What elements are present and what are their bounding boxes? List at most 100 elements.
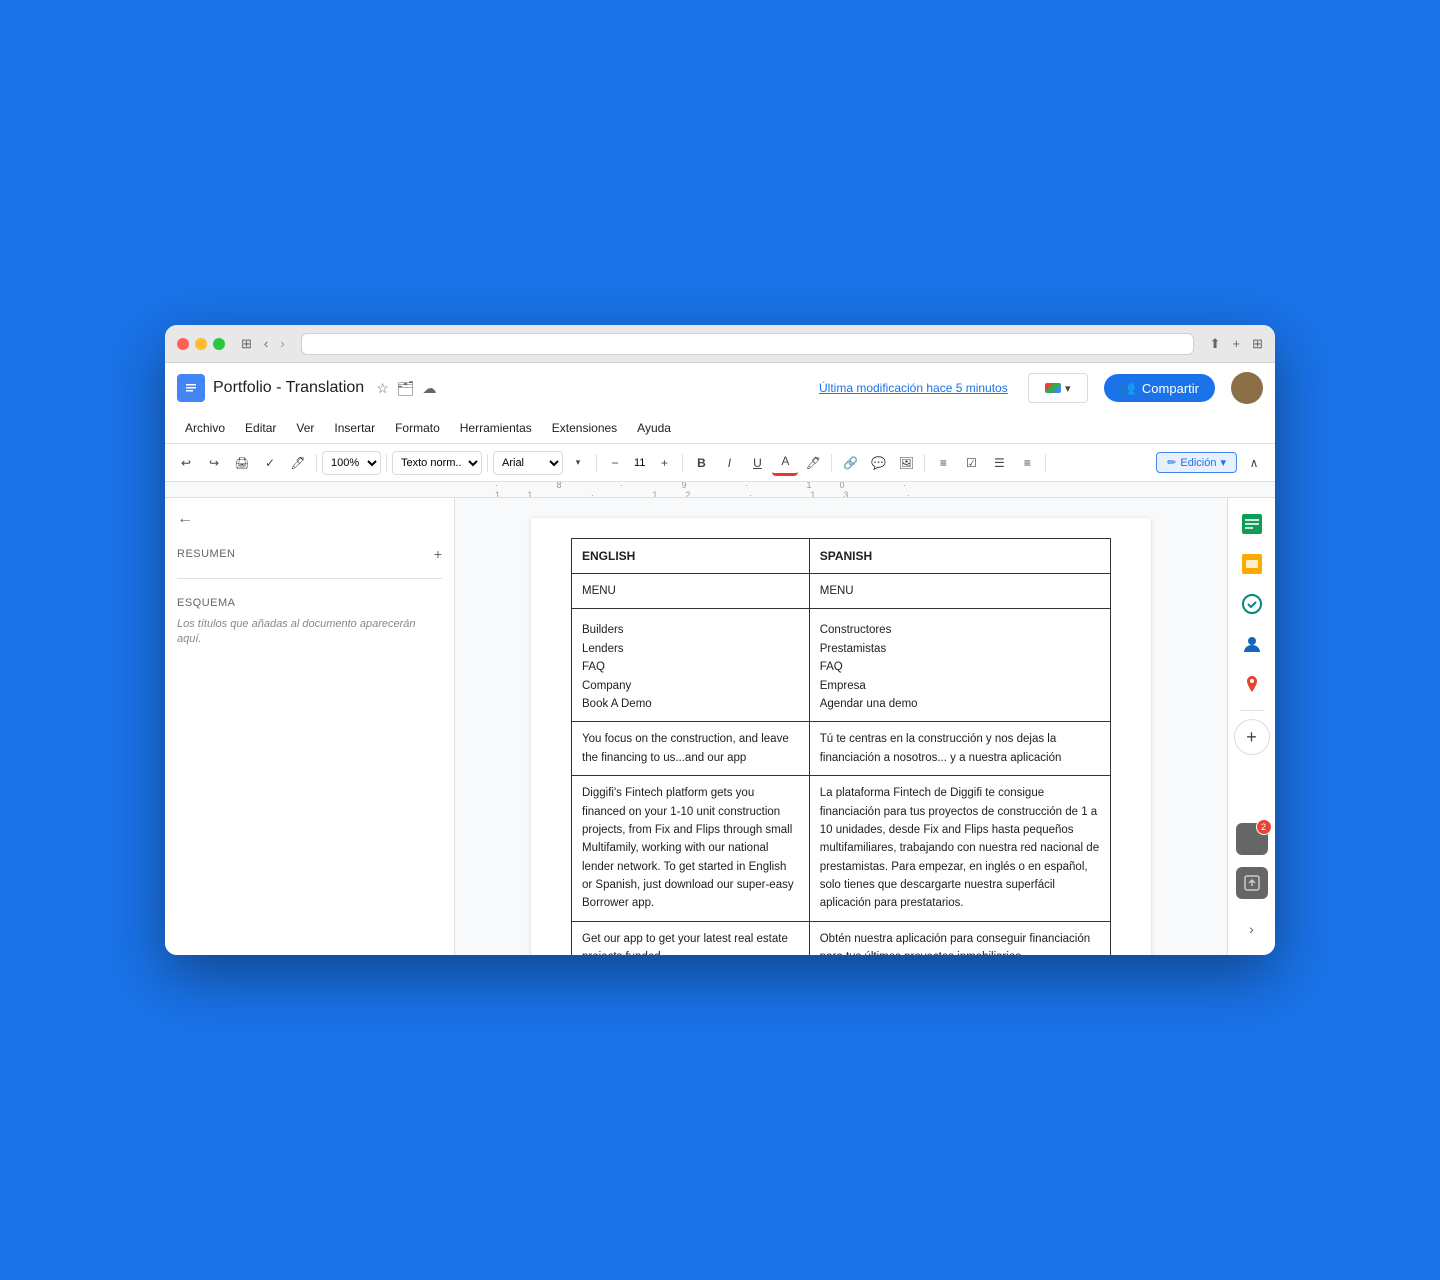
avatar [1231, 372, 1263, 404]
toolbar-separator-7 [924, 454, 925, 472]
comment-button[interactable]: 💬 [865, 450, 891, 476]
platform-desc-en: Diggifi's Fintech platform gets you fina… [582, 787, 794, 909]
outline-section-header: ESQUEMA [177, 589, 442, 617]
back-icon[interactable]: ‹ [264, 336, 268, 352]
style-select[interactable]: Texto norm... [392, 451, 482, 475]
get-app-text-en: Get our app to get your latest real esta… [582, 930, 799, 955]
outline-hint-text: Los títulos que añadas al documento apar… [177, 617, 442, 648]
edit-mode-chevron: ▾ [1220, 456, 1226, 469]
new-tab-icon[interactable]: + [1233, 336, 1241, 352]
toolbar-separator-8 [1045, 454, 1046, 472]
maps-icon-button[interactable] [1234, 666, 1270, 702]
contacts-icon-button[interactable] [1234, 626, 1270, 662]
menu-insertar[interactable]: Insertar [326, 417, 383, 439]
image-button[interactable]: 🖼 [893, 450, 919, 476]
meet-button[interactable]: ▾ [1028, 373, 1088, 403]
add-addon-button[interactable]: + [1234, 719, 1270, 755]
edit-pencil-icon: ✏ [1167, 456, 1176, 469]
sidebar-toggle-icon[interactable]: ⊞ [241, 336, 252, 352]
doc-title: Portfolio - Translation [213, 379, 364, 397]
list-item: Agendar una demo [820, 695, 1100, 713]
star-icon[interactable]: ☆ [376, 380, 389, 397]
highlight-button[interactable]: 🖊 [800, 450, 826, 476]
share-icon[interactable]: ⬆ [1210, 336, 1221, 352]
font-down-icon[interactable]: ▾ [565, 450, 591, 476]
traffic-lights [177, 338, 225, 350]
minimize-button[interactable] [195, 338, 207, 350]
menu-extensiones[interactable]: Extensiones [544, 417, 625, 439]
table-row: Builders Lenders FAQ Company Book A Demo… [572, 609, 1111, 722]
collapse-toolbar-button[interactable]: ∧ [1241, 450, 1267, 476]
font-size-increase-button[interactable]: + [651, 450, 677, 476]
font-select[interactable]: Arial [493, 451, 563, 475]
tasks-icon-button[interactable] [1234, 586, 1270, 622]
menu-formato[interactable]: Formato [387, 417, 448, 439]
numbered-list-button[interactable]: ≡ [1014, 450, 1040, 476]
grid-icon[interactable]: ⊞ [1252, 336, 1263, 352]
edit-mode-button[interactable]: ✏ Edición ▾ [1156, 452, 1237, 473]
underline-button[interactable]: U [744, 450, 770, 476]
drive-icon[interactable]: 🗂 [397, 380, 415, 397]
forward-icon[interactable]: › [280, 336, 284, 352]
share-label: Compartir [1142, 381, 1199, 396]
summary-section-header: RESUMEN + [177, 540, 442, 568]
table-cell: MENU [572, 574, 810, 609]
menu-editar[interactable]: Editar [237, 417, 284, 439]
nav-icons: ⊞ ‹ › [241, 336, 285, 352]
text-color-button[interactable]: A [772, 450, 798, 476]
share-people-icon: 👥 [1120, 380, 1136, 396]
sidebar-divider [177, 578, 442, 579]
menu-items-es: Constructores Prestamistas FAQ Empresa A… [820, 621, 1100, 713]
cloud-icon[interactable]: ☁ [423, 380, 437, 397]
doc-title-actions: ☆ 🗂 ☁ [376, 380, 436, 397]
collapse-sidebar-button[interactable]: › [1234, 911, 1270, 947]
line-spacing-button[interactable]: ≡ [930, 450, 956, 476]
app-header: Portfolio - Translation ☆ 🗂 ☁ Última mod… [165, 363, 1275, 482]
link-button[interactable]: 🔗 [837, 450, 863, 476]
undo-button[interactable]: ↩ [173, 450, 199, 476]
list-item: FAQ [582, 658, 799, 676]
zoom-select[interactable]: 100% [322, 451, 381, 475]
italic-button[interactable]: I [716, 450, 742, 476]
table-row: You focus on the construction, and leave… [572, 722, 1111, 776]
spell-check-button[interactable]: ✓ [257, 450, 283, 476]
font-size-decrease-button[interactable]: − [602, 450, 628, 476]
title-bar: ⊞ ‹ › ⬆ + ⊞ [165, 325, 1275, 363]
list-item: Constructores [820, 621, 1100, 639]
upload-area [1236, 867, 1268, 899]
close-button[interactable] [177, 338, 189, 350]
paint-format-button[interactable]: 🖊 [285, 450, 311, 476]
menu-herramientas[interactable]: Herramientas [452, 417, 540, 439]
slides-icon-button[interactable] [1234, 546, 1270, 582]
upload-button[interactable] [1236, 867, 1268, 899]
maximize-button[interactable] [213, 338, 225, 350]
toolbar-separator-6 [831, 454, 832, 472]
menu-ayuda[interactable]: Ayuda [629, 417, 679, 439]
menu-label-en: MENU [582, 585, 616, 597]
content-area: ← RESUMEN + ESQUEMA Los títulos que añad… [165, 498, 1275, 955]
table-row: Diggifi's Fintech platform gets you fina… [572, 776, 1111, 922]
formatting-toolbar: ↩ ↪ 🖨 ✓ 🖊 100% Texto norm... Arial ▾ − 1… [165, 443, 1275, 481]
bold-button[interactable]: B [688, 450, 714, 476]
right-sidebar: + 2 [1227, 498, 1275, 955]
title-bar-right: ⬆ + ⊞ [1210, 336, 1263, 352]
sidebar-back-button[interactable]: ← [177, 510, 442, 528]
table-cell: Builders Lenders FAQ Company Book A Demo [572, 609, 810, 722]
print-button[interactable]: 🖨 [229, 450, 255, 476]
redo-button[interactable]: ↪ [201, 450, 227, 476]
share-button[interactable]: 👥 Compartir [1104, 374, 1215, 402]
get-app-en: Get our app to get your latest real esta… [582, 930, 799, 955]
menu-ver[interactable]: Ver [288, 417, 322, 439]
list-item: Company [582, 677, 799, 695]
menu-archivo[interactable]: Archivo [177, 417, 233, 439]
summary-add-button[interactable]: + [434, 546, 442, 562]
toolbar-separator-5 [682, 454, 683, 472]
sheets-icon-button[interactable] [1234, 506, 1270, 542]
left-sidebar: ← RESUMEN + ESQUEMA Los títulos que añad… [165, 498, 455, 955]
list-button[interactable]: ☰ [986, 450, 1012, 476]
address-bar[interactable] [301, 333, 1194, 355]
google-docs-icon [177, 374, 205, 402]
checklist-button[interactable]: ☑ [958, 450, 984, 476]
list-item: Empresa [820, 677, 1100, 695]
menu-label-es: MENU [820, 585, 854, 597]
